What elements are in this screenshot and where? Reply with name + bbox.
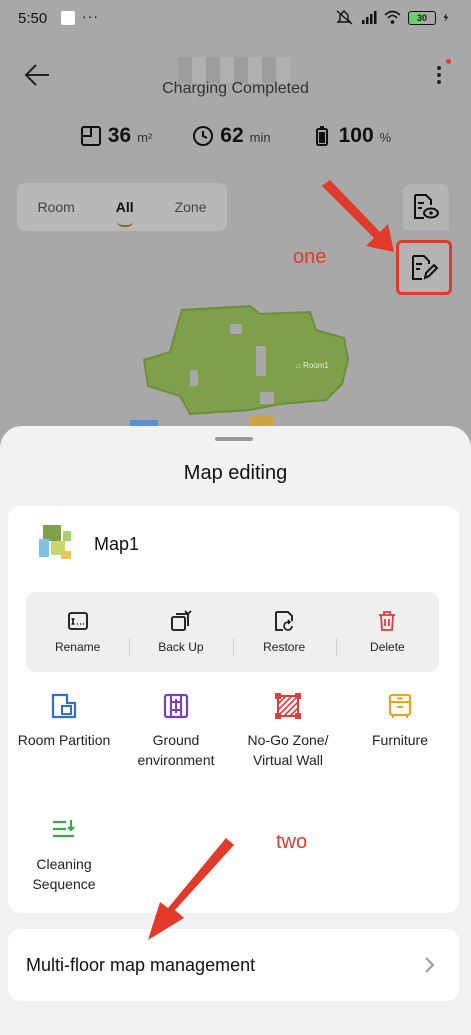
annotation-two: two	[276, 831, 308, 853]
tab-zone[interactable]: Zone	[175, 199, 207, 215]
no-go-zone-button[interactable]: No-Go Zone/ Virtual Wall	[232, 692, 344, 770]
map-name: Map1	[94, 534, 140, 554]
delete-icon	[379, 611, 396, 631]
cleaning-sequence-icon	[53, 820, 75, 838]
battery-status-icon: 30	[408, 10, 436, 25]
map-edit-button[interactable]	[396, 240, 452, 295]
arrow-one-icon	[322, 180, 394, 252]
stat-time-unit: min	[249, 130, 271, 145]
area-icon	[80, 126, 101, 146]
charging-bolt-icon	[443, 13, 449, 22]
map-thumbnail	[39, 525, 71, 559]
rename-icon	[67, 612, 88, 630]
furniture-icon	[388, 693, 412, 718]
active-tab-indicator	[116, 221, 133, 227]
room-partition-icon	[51, 693, 77, 719]
map-card: Map1 Rename Back Up Restore Delete Room …	[8, 506, 459, 913]
restore-button[interactable]: Restore	[232, 610, 336, 656]
more-notifications-icon: ···	[82, 8, 99, 24]
multi-floor-map-management[interactable]: Multi-floor map management	[8, 929, 459, 1001]
mute-icon	[336, 10, 353, 25]
tab-all[interactable]: All	[116, 199, 134, 227]
map-actions: Rename Back Up Restore Delete	[26, 592, 439, 672]
stat-area-value: 36	[107, 124, 132, 147]
furniture-button[interactable]: Furniture	[344, 692, 456, 750]
status-icons: 30	[336, 10, 453, 25]
clock-icon	[193, 126, 214, 146]
signal-icon	[362, 11, 377, 24]
sheet-title: Map editing	[183, 462, 288, 484]
stat-area: 36 m²	[80, 124, 153, 148]
map-view-button[interactable]	[403, 184, 449, 230]
rename-button[interactable]: Rename	[26, 610, 129, 654]
chevron-right-icon	[425, 957, 435, 973]
stat-time: 62 min	[192, 124, 271, 148]
sheet-drag-handle[interactable]	[215, 437, 253, 441]
stat-battery-value: 100	[338, 124, 374, 147]
room-label: ⌂ Room1	[296, 361, 329, 370]
room-partition-button[interactable]: Room Partition	[8, 692, 120, 750]
map-editing-sheet: Map editing Map1 Rename Back Up Restore	[0, 426, 471, 1035]
status-bar: 5:50 ··· 30	[0, 0, 471, 38]
cleaning-stats: 36 m² 62 min 100 %	[0, 124, 471, 148]
ground-environment-button[interactable]: Ground environment	[120, 692, 232, 770]
annotation-one: one	[293, 246, 327, 268]
wifi-icon	[384, 10, 401, 24]
tab-room[interactable]: Room	[37, 199, 74, 215]
stat-battery: 100 %	[311, 124, 392, 148]
ground-environment-icon	[163, 693, 189, 719]
backup-button[interactable]: Back Up	[129, 610, 232, 656]
notification-dot	[446, 59, 451, 64]
backup-icon	[170, 610, 192, 631]
stat-time-value: 62	[220, 124, 244, 147]
restore-icon	[275, 611, 294, 631]
map-edit-icon	[412, 254, 439, 280]
map-mode-tabs: Room All Zone	[17, 183, 227, 231]
battery-icon	[315, 126, 328, 146]
status-time: 5:50	[18, 10, 48, 27]
cleaning-sequence-button[interactable]: Cleaning Sequence	[8, 816, 120, 894]
calendar-icon	[61, 11, 75, 25]
robot-map[interactable]: ⌂ Room1	[130, 300, 360, 430]
stat-battery-unit: %	[379, 130, 392, 145]
more-menu-icon[interactable]	[431, 62, 447, 88]
delete-button[interactable]: Delete	[335, 610, 439, 656]
stat-area-unit: m²	[137, 130, 153, 145]
device-status: Charging Completed	[162, 80, 309, 97]
map-view-icon	[414, 194, 439, 219]
no-go-zone-icon	[275, 693, 301, 719]
